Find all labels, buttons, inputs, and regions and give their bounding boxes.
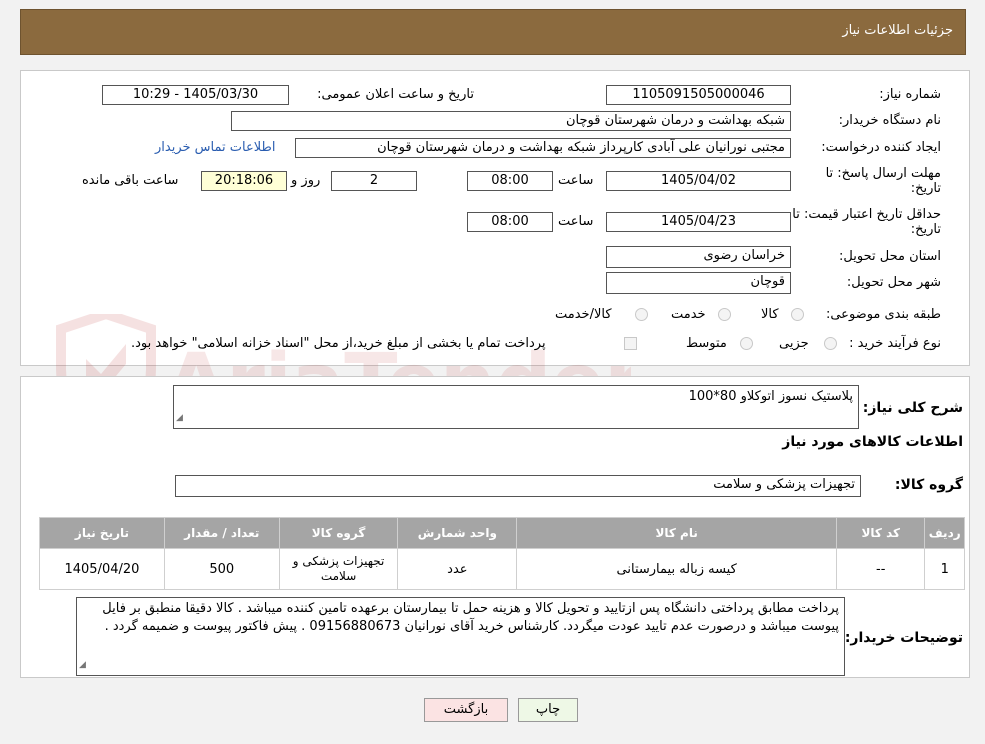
reply-deadline-date: 1405/04/02	[606, 171, 791, 191]
province-field: خراسان رضوی	[606, 246, 791, 268]
resize-grip-icon[interactable]: ◢	[176, 409, 183, 427]
requester-label: ایجاد کننده درخواست:	[821, 140, 941, 155]
reply-days-field: 2	[331, 171, 417, 191]
table-row: 1 -- کیسه زباله بیمارستانی عدد تجهیزات پ…	[39, 548, 965, 590]
category-goods-label: کالا	[761, 307, 779, 322]
process-medium-radio[interactable]	[740, 337, 753, 350]
price-validity-label: حداقل تاریخ اعتبار قیمت: تا تاریخ:	[792, 207, 941, 237]
need-number-field: 1105091505000046	[606, 85, 791, 105]
general-desc-text: پلاستیک نسوز اتوکلاو 80*100	[688, 389, 853, 404]
goods-table: ردیف کد کالا نام کالا واحد شمارش گروه کا…	[39, 517, 965, 590]
reply-deadline-label: مهلت ارسال پاسخ: تا تاریخ:	[825, 166, 941, 196]
need-info-panel: AriaTender.neT شماره نیاز: 1105091505000…	[20, 70, 970, 429]
col-group: گروه کالا	[278, 517, 399, 549]
category-service-radio[interactable]	[718, 308, 731, 321]
need-number-label: شماره نیاز:	[879, 87, 941, 102]
buyer-notes-text: پرداخت مطابق پرداختی دانشگاه پس ازتایید …	[102, 601, 839, 634]
category-service-label: خدمت	[671, 307, 706, 322]
col-name: نام کالا	[516, 517, 838, 549]
announce-datetime-field: 1405/03/30 - 10:29	[102, 85, 289, 105]
cell-date: 1405/04/20	[39, 548, 165, 590]
goods-details-panel: شرح کلی نیاز: پلاستیک نسوز اتوکلاو 80*10…	[20, 376, 970, 678]
price-validity-time-label: ساعت	[558, 214, 594, 229]
process-minor-radio[interactable]	[824, 337, 837, 350]
back-button[interactable]: بازگشت	[424, 698, 508, 722]
treasury-bond-note: پرداخت تمام یا بخشی از مبلغ خرید،از محل …	[131, 336, 546, 351]
category-goods-radio[interactable]	[791, 308, 804, 321]
general-desc-label: شرح کلی نیاز:	[862, 400, 963, 416]
province-label: استان محل تحویل:	[839, 249, 941, 264]
cell-row: 1	[924, 548, 965, 590]
reply-time-label: ساعت	[558, 173, 594, 188]
general-desc-field[interactable]: پلاستیک نسوز اتوکلاو 80*100 ◢	[173, 385, 859, 429]
cell-unit: عدد	[397, 548, 518, 590]
print-button[interactable]: چاپ	[518, 698, 578, 722]
process-medium-label: متوسط	[686, 336, 727, 351]
page-header: جزئیات اطلاعات نیاز	[20, 9, 966, 55]
category-label: طبقه بندی موضوعی:	[825, 307, 941, 322]
city-field: قوچان	[606, 272, 791, 294]
reply-deadline-time: 08:00	[467, 171, 553, 191]
goods-info-title: اطلاعات کالاهای مورد نیاز	[782, 434, 963, 450]
buyer-notes-field[interactable]: پرداخت مطابق پرداختی دانشگاه پس ازتایید …	[76, 597, 845, 676]
cell-quantity: 500	[163, 548, 280, 590]
col-code: کد کالا	[836, 517, 926, 549]
price-validity-time: 08:00	[467, 212, 553, 232]
cell-group: تجهیزات پزشکی و سلامت	[278, 548, 399, 590]
table-header-row: ردیف کد کالا نام کالا واحد شمارش گروه کا…	[39, 517, 965, 549]
goods-group-field: تجهیزات پزشکی و سلامت	[175, 475, 861, 497]
process-type-label: نوع فرآیند خرید :	[849, 336, 941, 351]
col-unit: واحد شمارش	[397, 517, 518, 549]
cell-name: کیسه زباله بیمارستانی	[516, 548, 838, 590]
city-label: شهر محل تحویل:	[846, 275, 941, 290]
treasury-bond-checkbox[interactable]	[624, 337, 637, 350]
page-title: جزئیات اطلاعات نیاز	[842, 23, 953, 38]
col-row: ردیف	[924, 517, 965, 549]
col-quantity: تعداد / مقدار	[163, 517, 280, 549]
category-goods-service-radio[interactable]	[635, 308, 648, 321]
remaining-time-label: ساعت باقی مانده	[82, 173, 179, 188]
announce-datetime-label: تاریخ و ساعت اعلان عمومی:	[317, 87, 474, 102]
remaining-time-field: 20:18:06	[201, 171, 287, 191]
reply-days-label: روز و	[291, 173, 321, 188]
buyer-org-label: نام دستگاه خریدار:	[838, 113, 941, 128]
col-date: تاریخ نیاز	[39, 517, 165, 549]
buyer-org-field: شبکه بهداشت و درمان شهرستان قوچان	[231, 111, 791, 131]
requester-field: مجتبی نورانیان علی آبادی کارپرداز شبکه ب…	[295, 138, 791, 158]
cell-code: --	[836, 548, 926, 590]
buyer-contact-link[interactable]: اطلاعات تماس خریدار	[155, 140, 275, 155]
buyer-notes-label: توضیحات خریدار:	[844, 630, 963, 646]
price-validity-date: 1405/04/23	[606, 212, 791, 232]
process-minor-label: جزیی	[779, 336, 809, 351]
goods-group-label: گروه کالا:	[894, 477, 963, 493]
category-goods-service-label: کالا/خدمت	[555, 307, 612, 322]
resize-grip-icon[interactable]: ◢	[79, 656, 86, 674]
